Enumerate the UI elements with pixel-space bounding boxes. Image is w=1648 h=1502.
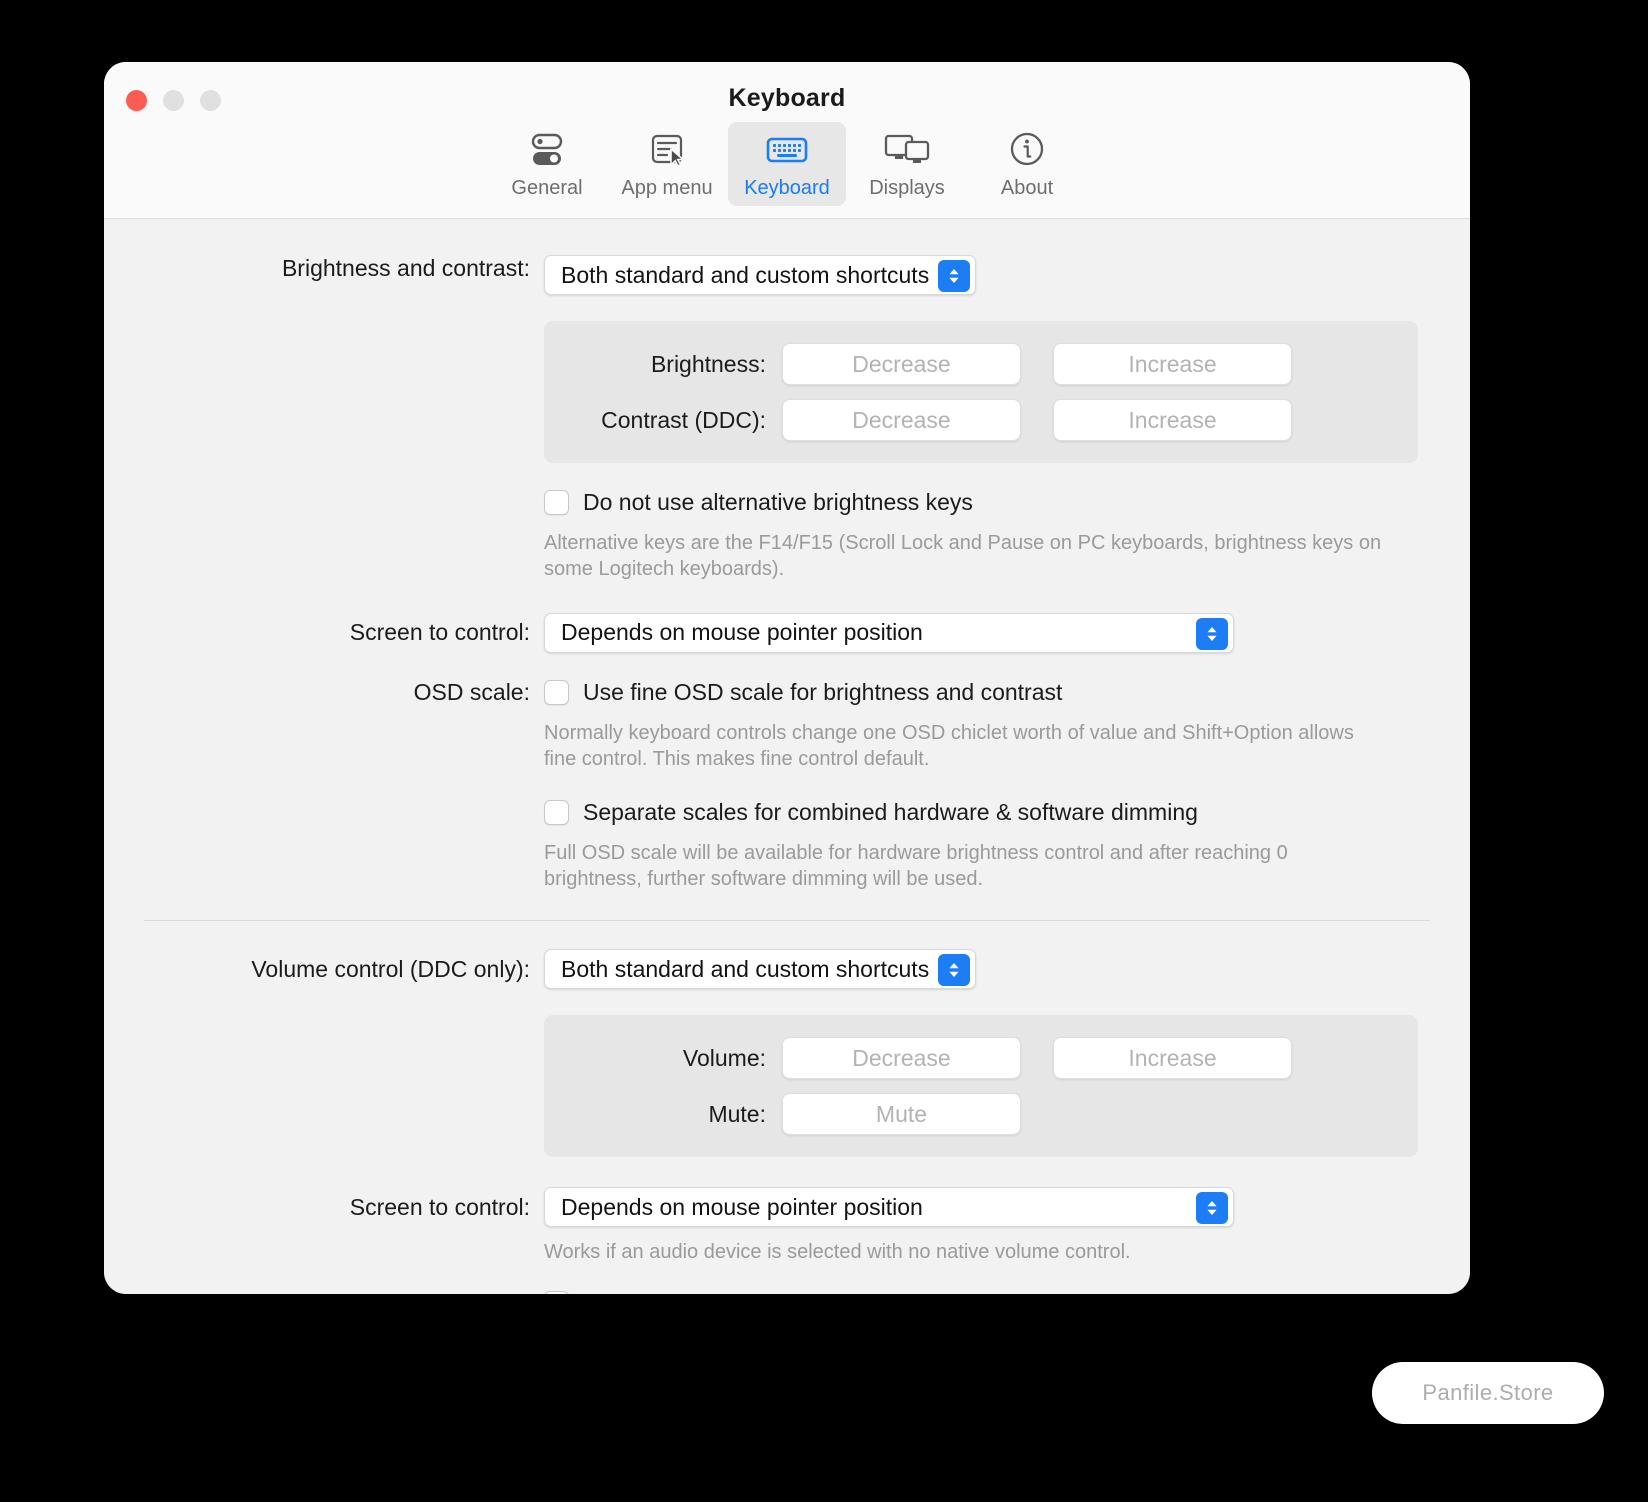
alt-brightness-keys-label: Do not use alternative brightness keys [583, 489, 973, 515]
volume-shortcuts-panel: Volume: Decrease Increase Mute: Mute [544, 1015, 1418, 1158]
contrast-shortcut-row: Contrast (DDC): Decrease Increase [544, 399, 1396, 441]
fine-osd-volume-checkbox[interactable]: Use fine OSD scale for volume [544, 1290, 1470, 1294]
displays-icon [882, 130, 932, 170]
volume-screen-label: Screen to control: [349, 1194, 530, 1221]
window-title: Keyboard [728, 84, 846, 112]
brightness-decrease-recorder[interactable]: Decrease [782, 343, 1021, 385]
separate-scales-checkbox[interactable]: Separate scales for combined hardware & … [544, 799, 1470, 826]
volume-screen-value: Depends on mouse pointer position [561, 1193, 923, 1220]
checkbox-box[interactable] [544, 799, 569, 825]
brightness-shortcut-label: Brightness: [650, 350, 766, 377]
preferences-body: Brightness and contrast: Both standard a… [104, 255, 1470, 1294]
checkbox-box[interactable] [544, 1290, 569, 1294]
volume-shortcuts-row: Volume: Decrease Increase Mute: Mute [104, 1015, 1470, 1158]
toolbar-label-general: General [511, 177, 583, 199]
volume-screen-select[interactable]: Depends on mouse pointer position [544, 1187, 1234, 1228]
volume-screen-hint: Works if an audio device is selected wit… [544, 1241, 1131, 1264]
watermark-text: Panfile.Store [1422, 1380, 1554, 1405]
toggles-icon [526, 130, 568, 170]
toolbar-item-displays[interactable]: Displays [848, 122, 966, 206]
alt-brightness-keys-hint: Alternative keys are the F14/F15 (Scroll… [544, 532, 1382, 581]
volume-osd-label: OSD scale: [104, 1290, 544, 1294]
volume-mode-label: Volume control (DDC only): [251, 955, 530, 982]
brightness-osd-row: OSD scale: Use fine OSD scale for bright… [104, 679, 1470, 893]
screen: Keyboard General App menu Keyboard Displ… [0, 0, 1648, 1502]
volume-mode-row: Volume control (DDC only): Both standard… [104, 949, 1470, 990]
toolbar-item-app-menu[interactable]: App menu [608, 122, 726, 206]
brightness-mode-value: Both standard and custom shortcuts [561, 261, 930, 288]
toolbar-item-about[interactable]: About [968, 122, 1086, 206]
mute-shortcut-row: Mute: Mute [544, 1093, 1396, 1136]
chevron-updown-icon [1196, 617, 1228, 650]
preferences-toolbar: General App menu Keyboard Displays About [104, 122, 1470, 206]
volume-screen-row: Screen to control: Depends on mouse poin… [104, 1187, 1470, 1265]
brightness-mode-row: Brightness and contrast: Both standard a… [104, 255, 1470, 295]
fine-osd-brightness-label: Use fine OSD scale for brightness and co… [583, 678, 1063, 705]
toolbar-label-displays: Displays [869, 177, 945, 199]
fine-osd-volume-label: Use fine OSD scale for volume [583, 1290, 897, 1294]
contrast-increase-recorder[interactable]: Increase [1053, 399, 1292, 441]
checkbox-box[interactable] [544, 490, 569, 515]
separate-scales-hint: Full OSD scale will be available for har… [544, 841, 1288, 890]
volume-osd-row: OSD scale: Use fine OSD scale for volume [104, 1290, 1470, 1294]
brightness-osd-label: OSD scale: [413, 678, 530, 705]
toolbar-item-keyboard[interactable]: Keyboard [728, 122, 846, 206]
brightness-shortcuts-row: Brightness: Decrease Increase Contrast (… [104, 321, 1470, 463]
brightness-mode-select[interactable]: Both standard and custom shortcuts [544, 255, 977, 295]
mute-recorder[interactable]: Mute [782, 1093, 1021, 1136]
volume-decrease-recorder[interactable]: Decrease [782, 1037, 1021, 1080]
brightness-screen-label: Screen to control: [349, 619, 530, 646]
info-circle-icon [1006, 130, 1048, 170]
contrast-decrease-recorder[interactable]: Decrease [782, 399, 1021, 441]
volume-shortcut-row: Volume: Decrease Increase [544, 1037, 1396, 1080]
volume-mode-value: Both standard and custom shortcuts [561, 955, 930, 982]
chevron-updown-icon [938, 260, 971, 292]
toolbar-label-keyboard: Keyboard [744, 177, 830, 199]
alt-brightness-keys-checkbox[interactable]: Do not use alternative brightness keys [544, 489, 1470, 516]
fine-osd-brightness-hint: Normally keyboard controls change one OS… [544, 721, 1354, 771]
volume-increase-recorder[interactable]: Increase [1053, 1037, 1292, 1080]
watermark-badge: Panfile.Store [1372, 1362, 1604, 1424]
brightness-shortcut-row: Brightness: Decrease Increase [544, 343, 1396, 385]
brightness-screen-row: Screen to control: Depends on mouse poin… [104, 612, 1470, 653]
separate-scales-label: Separate scales for combined hardware & … [583, 798, 1198, 825]
volume-shortcut-label: Volume: [682, 1044, 766, 1071]
fine-osd-brightness-checkbox[interactable]: Use fine OSD scale for brightness and co… [544, 679, 1470, 706]
brightness-screen-select[interactable]: Depends on mouse pointer position [544, 612, 1234, 653]
volume-mode-select[interactable]: Both standard and custom shortcuts [544, 949, 977, 990]
chevron-updown-icon [938, 954, 971, 987]
contrast-shortcut-label: Contrast (DDC): [601, 406, 766, 433]
toolbar-item-general[interactable]: General [488, 122, 606, 206]
checkbox-box[interactable] [544, 679, 569, 705]
alt-brightness-keys-row: Do not use alternative brightness keys A… [104, 489, 1470, 583]
section-divider [144, 920, 1430, 922]
toolbar-label-about: About [1000, 177, 1054, 199]
brightness-increase-recorder[interactable]: Increase [1053, 343, 1292, 385]
mute-shortcut-label: Mute: [708, 1100, 766, 1127]
window-titlebar: Keyboard General App menu Keyboard Displ… [104, 62, 1470, 219]
brightness-shortcuts-panel: Brightness: Decrease Increase Contrast (… [544, 321, 1418, 463]
brightness-screen-value: Depends on mouse pointer position [561, 619, 923, 646]
toolbar-label-app-menu: App menu [621, 177, 713, 199]
keyboard-preferences-window: Keyboard General App menu Keyboard Displ… [104, 62, 1470, 1294]
menu-cursor-icon [646, 130, 688, 170]
keyboard-icon [764, 130, 810, 170]
brightness-mode-label: Brightness and contrast: [281, 255, 530, 281]
chevron-updown-icon [1196, 1192, 1228, 1225]
